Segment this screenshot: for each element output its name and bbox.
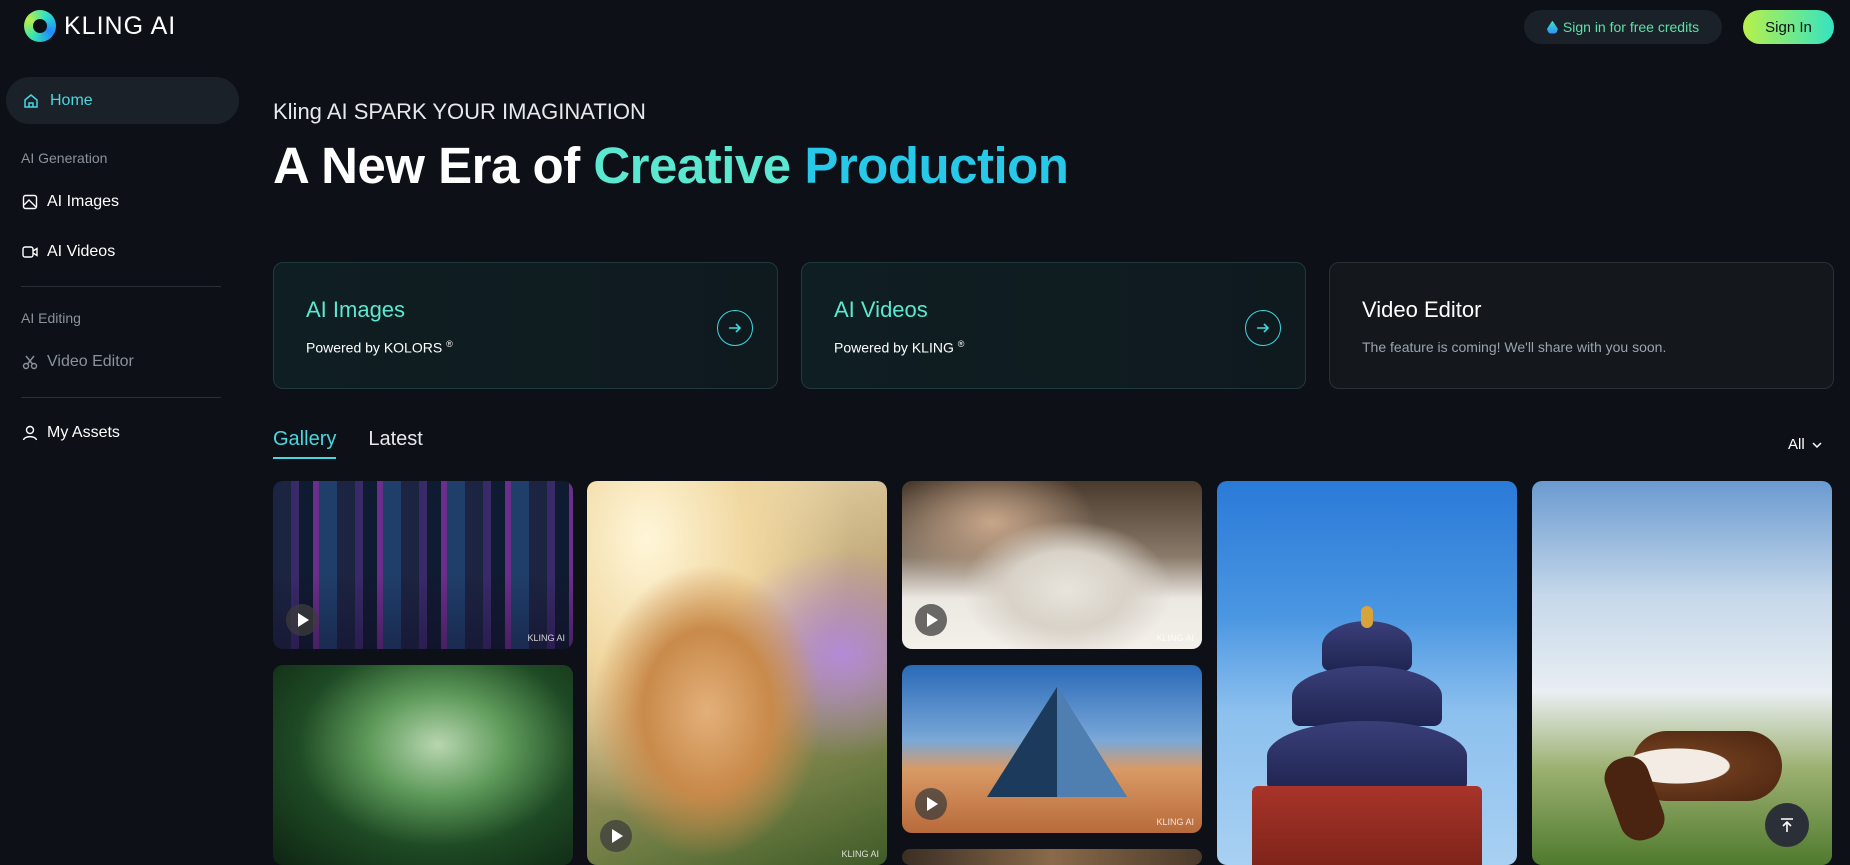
play-icon[interactable] (915, 788, 947, 820)
watermark: KLING AI (1156, 633, 1194, 643)
sidebar-divider (21, 286, 221, 287)
sidebar-item-label: Video Editor (47, 353, 134, 370)
sidebar-item-ai-videos[interactable]: AI Videos (21, 243, 115, 261)
temple-roof (1292, 666, 1442, 726)
sidebar-item-video-editor[interactable]: Video Editor (21, 353, 134, 371)
arrow-right-icon[interactable] (717, 310, 753, 346)
video-icon (22, 246, 38, 258)
scissors-icon (22, 355, 38, 370)
sidebar-item-my-assets[interactable]: My Assets (21, 424, 120, 442)
temple-roof (1267, 721, 1467, 791)
video-editor-card: Video Editor The feature is coming! We'l… (1329, 262, 1834, 389)
gallery-tile-milk-glass[interactable]: KLING AI (902, 481, 1202, 649)
sidebar-section-editing: AI Editing (21, 310, 81, 326)
free-credits-button[interactable]: Sign in for free credits (1524, 10, 1722, 44)
sidebar-item-label: Home (50, 91, 93, 109)
gallery-tile-city-night[interactable]: KLING AI (273, 481, 573, 649)
play-icon[interactable] (286, 604, 318, 636)
card-subtitle: The feature is coming! We'll share with … (1362, 339, 1667, 355)
card-subtitle: Powered by KLING ® (834, 339, 965, 356)
headline-highlight: Creative (593, 137, 805, 194)
free-credits-label: Sign in for free credits (1562, 19, 1700, 35)
gallery-tile-pyramid[interactable]: KLING AI (902, 665, 1202, 833)
watermark: KLING AI (841, 849, 879, 859)
watermark: KLING AI (1156, 817, 1194, 827)
gallery-tile-cat[interactable]: KLING AI (587, 481, 887, 865)
kling-logo-icon (24, 10, 56, 42)
arrow-right-icon[interactable] (1245, 310, 1281, 346)
headline-part: A New Era of (273, 137, 594, 194)
filter-dropdown[interactable]: All (1788, 436, 1823, 453)
tab-gallery[interactable]: Gallery (273, 428, 337, 459)
card-title: AI Images (306, 297, 406, 322)
ai-images-card[interactable]: AI Images Powered by KOLORS ® (273, 262, 778, 389)
gallery-tile-partial[interactable] (902, 849, 1202, 865)
sidebar-divider (21, 397, 221, 398)
gallery-tabs: Gallery Latest (273, 428, 423, 459)
watermark: KLING AI (527, 633, 565, 643)
hero-kicker: Kling AI SPARK YOUR IMAGINATION (273, 99, 646, 124)
ai-videos-card[interactable]: AI Videos Powered by KLING ® (801, 262, 1306, 389)
card-title: AI Videos (834, 297, 928, 322)
sidebar-item-label: AI Videos (47, 243, 116, 260)
gallery-tile-forest[interactable] (273, 665, 573, 865)
tab-latest[interactable]: Latest (368, 428, 422, 459)
image-icon (22, 194, 38, 210)
card-title: Video Editor (1362, 297, 1482, 322)
logo-text: KLING AI (64, 11, 177, 40)
play-icon[interactable] (915, 604, 947, 636)
temple-finial (1361, 606, 1373, 628)
user-icon (22, 425, 38, 441)
sidebar-item-ai-images[interactable]: AI Images (21, 193, 119, 211)
logo[interactable]: KLING AI (24, 10, 176, 42)
pyramid-shape (1057, 687, 1127, 797)
drop-icon (1546, 20, 1558, 34)
filter-value: All (1788, 436, 1805, 453)
headline-highlight: Production (804, 137, 1069, 194)
home-icon (24, 93, 38, 108)
sidebar-item-label: My Assets (47, 424, 120, 441)
temple-roof (1322, 621, 1412, 671)
sidebar-section-generation: AI Generation (21, 150, 108, 166)
arrow-up-icon (1781, 818, 1793, 832)
sidebar-item-home[interactable]: Home (6, 77, 239, 124)
card-subtitle: Powered by KOLORS ® (306, 339, 453, 356)
top-bar: KLING AI Sign in for free credits Sign I… (0, 0, 1850, 54)
hero-headline: A New Era of Creative Production (273, 136, 1069, 195)
back-to-top-button[interactable] (1765, 803, 1809, 847)
sign-in-button[interactable]: Sign In (1743, 10, 1834, 44)
sidebar-item-label: AI Images (47, 193, 120, 210)
temple-base (1252, 786, 1482, 865)
gallery-tile-temple[interactable] (1217, 481, 1517, 865)
play-icon[interactable] (600, 820, 632, 852)
chevron-down-icon (1812, 441, 1822, 448)
